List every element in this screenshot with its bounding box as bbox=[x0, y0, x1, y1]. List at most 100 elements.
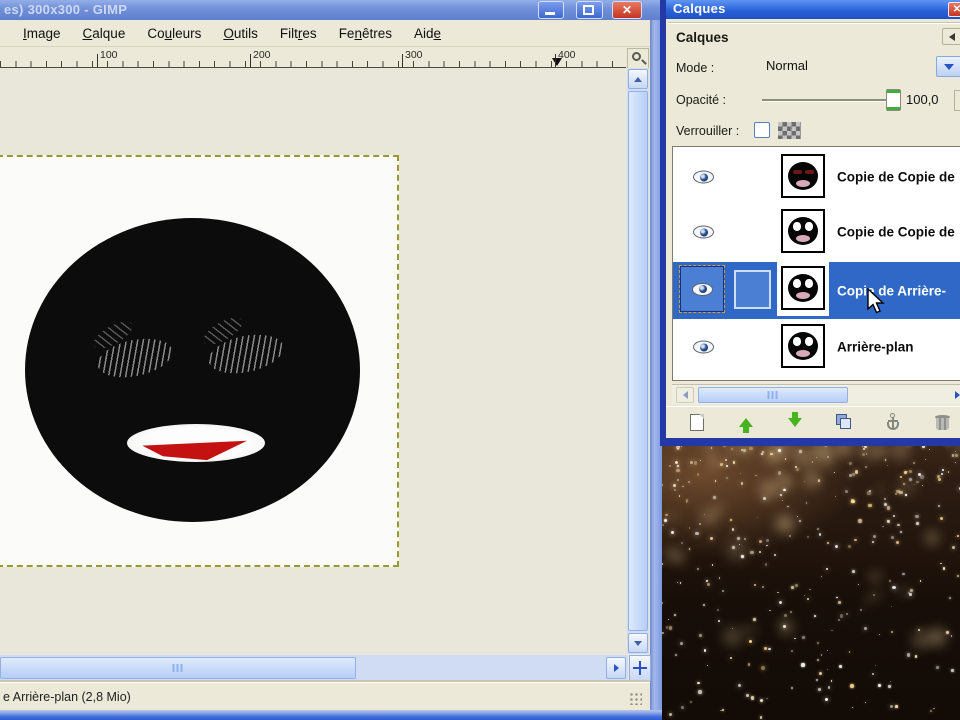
gimp-main-window: es) 300x300 - GIMP ✕ Image Calque Couleurs… bbox=[0, 0, 662, 720]
navigation-pan-button[interactable] bbox=[629, 655, 651, 681]
triangle-left-icon bbox=[949, 32, 955, 41]
horizontal-scroll-thumb[interactable] bbox=[0, 657, 356, 679]
lock-label: Verrouiller : bbox=[676, 124, 740, 138]
horizontal-ruler: 100 200 300 400 bbox=[0, 48, 626, 68]
layers-list-scrollbar[interactable] bbox=[672, 384, 960, 404]
layer-name[interactable]: Copie de Arrière- bbox=[837, 283, 946, 298]
menu-image[interactable]: Image bbox=[12, 23, 72, 44]
opacity-value[interactable]: 100,0 bbox=[906, 92, 950, 107]
ruler-tick-200 bbox=[250, 54, 251, 67]
window-title: es) 300x300 - GIMP bbox=[4, 2, 128, 17]
layer-row-3[interactable]: Arrière-plan bbox=[673, 320, 960, 374]
menu-couleurs[interactable]: Couleurs bbox=[136, 23, 212, 44]
layers-toolbar bbox=[666, 406, 960, 437]
opacity-spinner[interactable] bbox=[954, 90, 960, 111]
visibility-toggle[interactable] bbox=[693, 225, 714, 239]
resize-grip[interactable] bbox=[629, 692, 642, 705]
eye-icon bbox=[691, 282, 713, 296]
layer-thumbnail[interactable] bbox=[781, 154, 825, 198]
menu-fentres[interactable]: Fenêtres bbox=[328, 23, 403, 44]
delete-layer-button[interactable] bbox=[931, 411, 953, 433]
ruler-tick-300 bbox=[402, 54, 403, 67]
zoom-follow-window-button[interactable] bbox=[627, 48, 649, 69]
thumbnail-face bbox=[788, 274, 818, 302]
layer-name[interactable]: Arrière-plan bbox=[837, 340, 914, 355]
list-scroll-right-button[interactable] bbox=[946, 387, 960, 403]
menu-outils[interactable]: Outils bbox=[212, 23, 269, 44]
raise-layer-icon bbox=[739, 417, 753, 433]
layers-dialog: Calques ✕ Calques Mode : Normal Opacité … bbox=[660, 0, 960, 446]
opacity-slider-handle[interactable] bbox=[886, 89, 901, 111]
layer-name[interactable]: Copie de Copie de bbox=[837, 170, 955, 185]
layer-name[interactable]: Copie de Copie de bbox=[837, 225, 955, 240]
ruler-tick-400 bbox=[555, 54, 556, 67]
lower-layer-button[interactable] bbox=[784, 411, 806, 433]
maximize-icon bbox=[583, 5, 594, 15]
menu-filtres[interactable]: Filtres bbox=[269, 23, 328, 44]
ruler-label-100: 100 bbox=[100, 49, 118, 61]
list-scroll-left-button[interactable] bbox=[676, 387, 694, 403]
anchor-layer-icon bbox=[885, 413, 901, 431]
dialog-close-button[interactable]: ✕ bbox=[948, 2, 960, 17]
window-bottom-border bbox=[0, 710, 662, 720]
ruler-label-300: 300 bbox=[405, 49, 423, 61]
layer-thumbnail[interactable] bbox=[781, 324, 825, 368]
thumbnail-face bbox=[788, 162, 818, 190]
duplicate-layer-button[interactable] bbox=[833, 411, 855, 433]
scroll-up-button[interactable] bbox=[628, 69, 648, 89]
scroll-right-button[interactable] bbox=[606, 657, 626, 679]
status-text: e Arrière-plan (2,8 Mio) bbox=[3, 690, 131, 704]
minimize-button[interactable] bbox=[538, 1, 564, 19]
mouse-cursor bbox=[867, 288, 885, 314]
layer-row-2[interactable]: Copie de Arrière- bbox=[673, 262, 960, 319]
dialog-titlebar[interactable]: Calques ✕ bbox=[666, 0, 960, 19]
layer-thumbnail[interactable] bbox=[781, 209, 825, 253]
close-button[interactable]: ✕ bbox=[612, 1, 642, 19]
menu-bar: Image Calque Couleurs Outils Filtres Fenêtres… bbox=[0, 20, 650, 47]
layer-thumbnail[interactable] bbox=[781, 266, 825, 310]
delete-layer-icon bbox=[934, 414, 950, 431]
layers-list: Copie de Copie de Copie de Copie de Copie … bbox=[672, 146, 960, 381]
horizontal-scrollbar[interactable] bbox=[0, 655, 628, 681]
scroll-down-button[interactable] bbox=[628, 633, 648, 653]
mode-dropdown-button[interactable] bbox=[936, 56, 960, 77]
tab-menu-button[interactable] bbox=[942, 28, 960, 45]
panel-title: Calques bbox=[676, 30, 729, 45]
canvas-image[interactable] bbox=[0, 155, 399, 567]
new-layer-icon bbox=[690, 413, 704, 431]
magnifier-icon bbox=[632, 52, 641, 61]
smiley-face-drawing bbox=[25, 218, 360, 522]
vertical-scroll-thumb[interactable] bbox=[628, 91, 648, 631]
duplicate-layer-icon bbox=[836, 414, 852, 430]
chevron-down-icon bbox=[944, 63, 954, 70]
status-bar: e Arrière-plan (2,8 Mio) bbox=[0, 682, 650, 710]
vertical-scrollbar[interactable] bbox=[627, 68, 649, 654]
new-layer-button[interactable] bbox=[686, 411, 708, 433]
opacity-label: Opacité : bbox=[676, 93, 727, 107]
menu-calque[interactable]: Calque bbox=[72, 23, 137, 44]
canvas-viewport[interactable] bbox=[0, 68, 627, 655]
raise-layer-button[interactable] bbox=[735, 411, 757, 433]
visibility-toggle[interactable] bbox=[693, 340, 714, 354]
main-titlebar[interactable]: es) 300x300 - GIMP ✕ bbox=[0, 0, 662, 20]
move-cross-icon bbox=[633, 661, 647, 675]
maximize-button[interactable] bbox=[576, 1, 603, 19]
lock-alpha-icon[interactable] bbox=[778, 122, 801, 139]
visibility-toggle[interactable] bbox=[679, 265, 725, 313]
mode-select[interactable]: Normal bbox=[766, 58, 808, 73]
chevron-up-icon bbox=[634, 76, 642, 82]
link-toggle[interactable] bbox=[734, 270, 771, 309]
opacity-slider[interactable] bbox=[762, 89, 901, 111]
ruler-label-200: 200 bbox=[253, 49, 271, 61]
lock-pixels-checkbox[interactable] bbox=[754, 122, 770, 138]
visibility-toggle[interactable] bbox=[693, 170, 714, 184]
layer-row-0[interactable]: Copie de Copie de bbox=[673, 150, 960, 204]
chevron-right-icon bbox=[613, 664, 619, 672]
list-scroll-thumb[interactable] bbox=[698, 387, 848, 403]
ruler-label-400: 400 bbox=[558, 49, 576, 61]
menu-aide[interactable]: Aide bbox=[403, 23, 452, 44]
layer-row-1[interactable]: Copie de Copie de bbox=[673, 205, 960, 259]
anchor-layer-button[interactable] bbox=[882, 411, 904, 433]
chevron-right-icon bbox=[954, 391, 960, 399]
chevron-left-icon bbox=[682, 391, 688, 399]
